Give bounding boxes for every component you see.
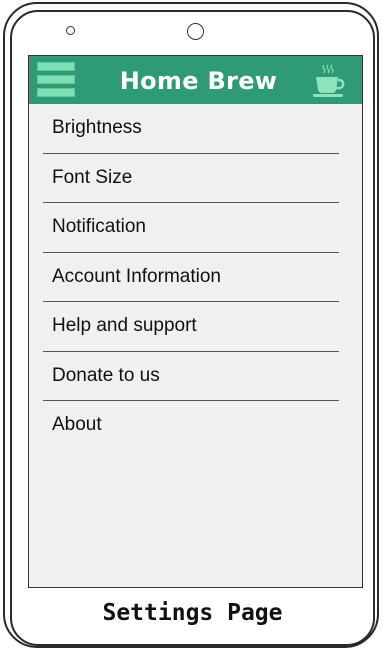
menu-item-brightness[interactable]: Brightness [43,104,339,154]
menu-item-label: Brightness [52,117,142,138]
menu-item-about[interactable]: About [43,401,339,451]
menu-item-label: Help and support [52,315,197,336]
app-header: Home Brew [29,56,362,104]
menu-item-donate[interactable]: Donate to us [43,352,339,401]
sensor-dot [66,26,75,35]
page-caption: Settings Page [102,600,283,626]
settings-menu-list: Brightness Font Size Notification Accoun… [43,104,339,451]
phone-screen: Home Brew Brightness Font Size Notificat… [28,55,363,588]
menu-item-font-size[interactable]: Font Size [43,154,339,203]
menu-item-label: About [52,414,102,435]
menu-item-label: Notification [52,216,146,237]
menu-item-label: Donate to us [52,364,160,386]
menu-item-notification[interactable]: Notification [43,203,339,253]
menu-item-help-and-support[interactable]: Help and support [43,302,339,352]
menu-item-label: Font Size [52,166,133,188]
menu-item-account-information[interactable]: Account Information [43,253,339,302]
coffee-cup-icon [313,64,345,97]
menu-item-label: Account Information [52,265,221,287]
front-camera [187,23,204,40]
